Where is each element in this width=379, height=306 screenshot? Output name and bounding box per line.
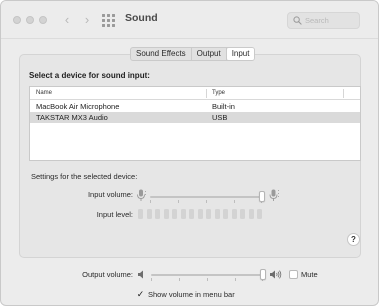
show-volume-label: Show volume in menu bar (148, 290, 235, 299)
checkmark-icon: ✓ (136, 289, 145, 299)
search-icon (293, 16, 302, 25)
table-header: Name Type (30, 87, 360, 100)
level-meter-segment (197, 209, 203, 219)
search-field[interactable] (287, 12, 360, 29)
slider-tick (150, 200, 151, 203)
column-divider (343, 89, 344, 98)
level-meter-segment (138, 209, 143, 219)
close-window-button[interactable] (13, 16, 21, 24)
forward-button[interactable]: › (79, 11, 95, 29)
microphone-high-icon (269, 189, 279, 201)
settings-heading: Settings for the selected device: (31, 172, 138, 181)
level-meter-segment (257, 209, 262, 219)
level-meter-segment (155, 209, 160, 219)
input-volume-label: Input volume: (87, 190, 133, 199)
level-meter-segment (146, 209, 152, 219)
back-button[interactable]: ‹ (59, 11, 75, 29)
level-meter-segment (240, 209, 245, 219)
table-row-selected[interactable]: TAKSTAR MX3 Audio USB (30, 112, 360, 123)
mute-checkbox[interactable] (289, 270, 298, 279)
slider-tick (151, 278, 152, 281)
input-volume-thumb[interactable] (259, 191, 265, 202)
mute-label: Mute (301, 270, 318, 279)
input-volume-track (150, 196, 262, 198)
tab-bar: Sound Effects Output Input (130, 47, 256, 61)
slider-tick (206, 200, 207, 203)
output-volume-thumb[interactable] (260, 269, 266, 280)
tab-output[interactable]: Output (192, 48, 227, 60)
column-divider (206, 89, 207, 98)
level-meter-segment (248, 209, 254, 219)
device-type: Built-in (212, 102, 235, 111)
level-meter-segment (214, 209, 220, 219)
slider-tick (234, 200, 235, 203)
help-button[interactable]: ? (347, 233, 360, 246)
minimize-window-button[interactable] (26, 16, 34, 24)
level-meter-segment (223, 209, 228, 219)
speaker-high-icon (270, 270, 282, 279)
level-meter-segment (231, 209, 237, 219)
level-meter-segment (163, 209, 169, 219)
device-type: USB (212, 113, 228, 122)
tab-sound-effects[interactable]: Sound Effects (131, 48, 192, 60)
level-meter-segment (206, 209, 211, 219)
output-volume-label: Output volume: (82, 270, 133, 279)
zoom-window-button[interactable] (39, 16, 47, 24)
column-header-name[interactable]: Name (36, 90, 52, 96)
input-device-table[interactable]: Name Type MacBook Air Microphone Built-i… (29, 86, 361, 161)
window-title: Sound (125, 12, 158, 24)
tab-input[interactable]: Input (226, 48, 255, 60)
level-meter-segment (189, 209, 194, 219)
device-list-heading: Select a device for sound input: (29, 71, 150, 80)
slider-tick (235, 278, 236, 281)
show-all-button[interactable] (102, 13, 116, 27)
level-meter-segment (172, 209, 177, 219)
slider-tick (179, 278, 180, 281)
input-level-label: Input level: (96, 210, 133, 219)
title-bar: ‹ › Sound (1, 1, 378, 39)
table-row[interactable]: MacBook Air Microphone Built-in (30, 101, 360, 112)
chevron-left-icon: ‹ (64, 12, 70, 27)
speaker-low-icon (138, 270, 143, 279)
system-preferences-window: ‹ › Sound Sound Effects Output Input (0, 0, 379, 306)
microphone-low-icon (137, 189, 146, 201)
output-volume-track (151, 274, 263, 276)
level-meter-segment (180, 209, 186, 219)
chevron-right-icon: › (84, 12, 90, 27)
slider-tick (207, 278, 208, 281)
search-input[interactable] (305, 14, 357, 27)
show-volume-checkbox[interactable]: ✓ (136, 290, 145, 299)
device-name: TAKSTAR MX3 Audio (36, 113, 108, 122)
slider-tick (178, 200, 179, 203)
device-name: MacBook Air Microphone (36, 102, 120, 111)
column-header-type[interactable]: Type (212, 90, 225, 96)
